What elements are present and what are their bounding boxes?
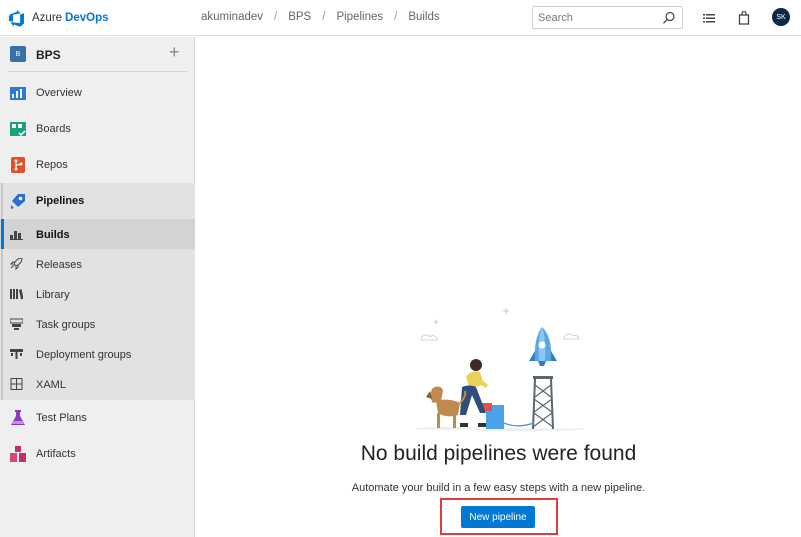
marketplace-bag-icon[interactable] — [736, 10, 752, 26]
project-name[interactable]: BPS — [36, 48, 61, 62]
add-icon[interactable]: + — [169, 43, 180, 61]
task-groups-icon — [10, 318, 23, 330]
pipelines-icon — [11, 194, 25, 209]
sidebar-subitem-deployment-groups[interactable]: Deployment groups — [0, 339, 195, 369]
sidebar-subitem-label: Library — [36, 289, 70, 301]
active-indicator — [1, 219, 4, 249]
sidebar-item-repos[interactable]: Repos — [0, 147, 195, 183]
sidebar-subitem-label: Builds — [36, 229, 70, 241]
sidebar-item-label: Boards — [36, 123, 71, 135]
brand-product: DevOps — [65, 12, 109, 24]
artifacts-icon — [10, 446, 26, 462]
search-input[interactable] — [538, 10, 658, 25]
main-content: No build pipelines were found Automate y… — [196, 37, 801, 537]
sidebar-item-artifacts[interactable]: Artifacts — [0, 436, 195, 472]
user-avatar[interactable]: SK — [772, 8, 790, 26]
divider — [8, 71, 187, 72]
sidebar-item-label: Test Plans — [36, 412, 87, 424]
breadcrumb: akuminadev / BPS / Pipelines / Builds — [201, 11, 440, 23]
rocket-icon — [10, 258, 23, 270]
deployment-groups-icon — [10, 349, 23, 359]
empty-state-description: Automate your build in a few easy steps … — [351, 482, 646, 494]
sidebar-subitem-label: Releases — [36, 259, 82, 271]
azure-devops-logo-icon — [8, 9, 25, 27]
empty-state-illustration — [416, 307, 584, 432]
project-badge-letter: B — [15, 50, 21, 58]
sidebar-item-label: Overview — [36, 87, 82, 99]
breadcrumb-separator: / — [394, 11, 398, 23]
breadcrumb-separator: / — [274, 11, 278, 23]
breadcrumb-separator: / — [322, 11, 326, 23]
overview-icon — [10, 87, 26, 100]
sidebar-item-boards[interactable]: Boards — [0, 111, 195, 147]
sidebar-subitem-library[interactable]: Library — [0, 279, 195, 309]
sidebar-subitem-releases[interactable]: Releases — [0, 249, 195, 279]
brand[interactable]: Azure DevOps — [8, 9, 109, 27]
breadcrumb-org[interactable]: akuminadev — [201, 11, 263, 23]
sidebar-subitem-label: Deployment groups — [36, 349, 132, 361]
test-plans-icon — [11, 410, 25, 425]
sidebar: B BPS + Overview Boards Repos Pipelines … — [0, 37, 195, 537]
sidebar-item-label: Artifacts — [36, 448, 76, 460]
sidebar-item-test-plans[interactable]: Test Plans — [0, 400, 195, 436]
new-pipeline-button[interactable]: New pipeline — [461, 506, 535, 528]
empty-state-title: No build pipelines were found — [360, 442, 637, 465]
top-bar: Azure DevOps akuminadev / BPS / Pipelines… — [0, 0, 801, 36]
sidebar-subitem-task-groups[interactable]: Task groups — [0, 309, 195, 339]
project-badge: B — [10, 46, 26, 62]
brand-name: Azure — [32, 12, 63, 24]
pipelines-group: Pipelines Builds Releases Library Task g… — [0, 183, 195, 400]
search-icon[interactable] — [662, 11, 676, 25]
boards-icon — [10, 122, 26, 137]
sidebar-item-label: Pipelines — [36, 195, 85, 207]
search-box[interactable] — [532, 6, 683, 29]
sidebar-item-label: Repos — [36, 159, 68, 171]
sidebar-item-pipelines[interactable]: Pipelines — [0, 183, 195, 219]
breadcrumb-pipelines[interactable]: Pipelines — [336, 11, 383, 23]
breadcrumb-builds[interactable]: Builds — [408, 11, 439, 23]
sidebar-subitem-label: XAML — [36, 379, 66, 391]
builds-icon — [10, 231, 23, 240]
user-initials: SK — [776, 13, 786, 21]
sidebar-subitem-builds[interactable]: Builds — [0, 219, 195, 249]
repos-icon — [11, 157, 25, 173]
sidebar-subitem-label: Task groups — [36, 319, 96, 331]
notifications-list-icon[interactable] — [701, 10, 717, 26]
sidebar-subitem-xaml[interactable]: XAML — [0, 369, 195, 399]
sidebar-item-overview[interactable]: Overview — [0, 75, 195, 111]
breadcrumb-project[interactable]: BPS — [288, 11, 311, 23]
library-icon — [10, 289, 23, 300]
xaml-icon — [10, 378, 23, 390]
project-header: B BPS + — [0, 37, 195, 73]
